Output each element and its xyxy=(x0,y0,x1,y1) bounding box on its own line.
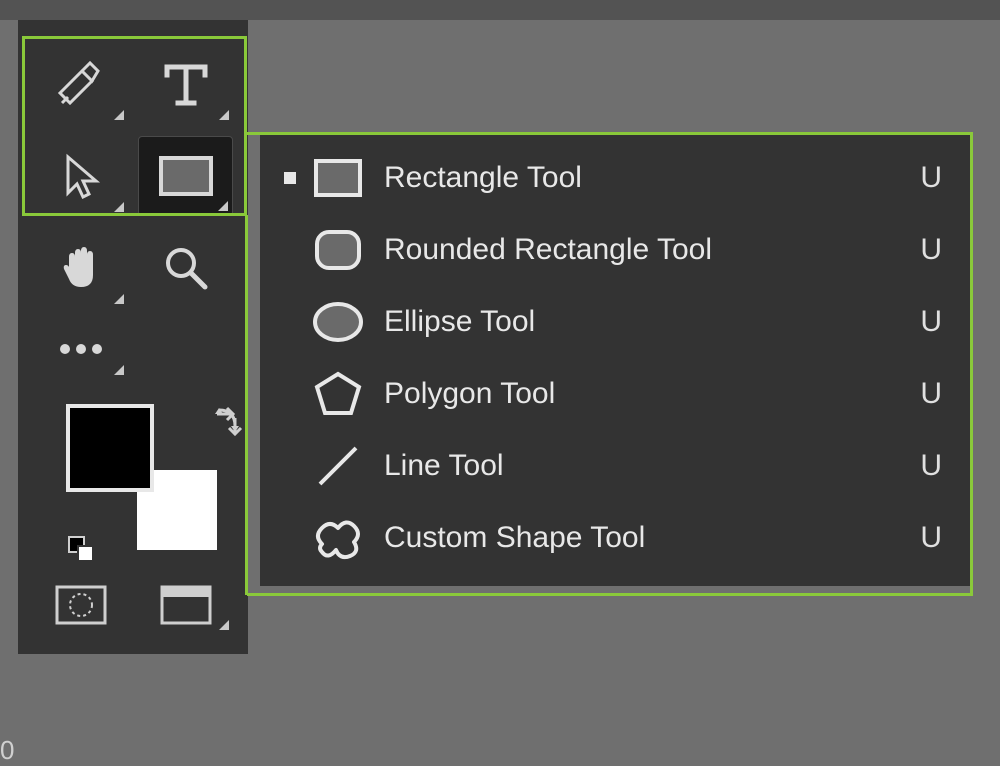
flyout-item-label: Ellipse Tool xyxy=(384,305,920,339)
flyout-line-tool[interactable]: Line Tool U xyxy=(260,430,970,502)
ellipse-icon xyxy=(310,294,366,350)
rectangle-icon xyxy=(157,154,215,198)
edit-toolbar-button[interactable] xyxy=(33,319,128,379)
flyout-ellipse-tool[interactable]: Ellipse Tool U xyxy=(260,286,970,358)
zoom-tool[interactable] xyxy=(138,228,233,308)
quick-mask-icon xyxy=(55,585,107,625)
flyout-item-label: Rounded Rectangle Tool xyxy=(384,233,920,267)
quick-mask-button[interactable] xyxy=(33,576,128,634)
flyout-item-shortcut: U xyxy=(920,521,942,555)
toolbox-panel xyxy=(18,20,248,654)
pen-icon xyxy=(56,59,106,109)
polygon-icon xyxy=(310,366,366,422)
path-selection-tool[interactable] xyxy=(33,136,128,216)
line-icon xyxy=(310,438,366,494)
swap-colors-button[interactable] xyxy=(213,404,245,436)
more-icon xyxy=(59,343,103,355)
selected-indicator xyxy=(280,172,300,184)
flyout-item-shortcut: U xyxy=(920,305,942,339)
flyout-rounded-rectangle-tool[interactable]: Rounded Rectangle Tool U xyxy=(260,214,970,286)
flyout-item-shortcut: U xyxy=(920,161,942,195)
flyout-item-label: Line Tool xyxy=(384,449,920,483)
annotation-highlight xyxy=(247,593,973,596)
swap-icon xyxy=(213,404,245,436)
empty-slot xyxy=(138,319,233,379)
foreground-color-swatch[interactable] xyxy=(66,404,154,492)
flyout-item-shortcut: U xyxy=(920,377,942,411)
screen-mode-icon xyxy=(160,585,212,625)
rounded-rectangle-icon xyxy=(310,222,366,278)
annotation-highlight xyxy=(247,132,972,135)
shape-tool-flyout: Rectangle Tool U Rounded Rectangle Tool … xyxy=(260,132,970,586)
type-icon xyxy=(161,59,211,109)
rectangle-icon xyxy=(310,150,366,206)
app-top-bar xyxy=(0,0,1000,20)
pen-tool[interactable] xyxy=(33,44,128,124)
default-colors-button[interactable] xyxy=(68,536,94,562)
type-tool[interactable] xyxy=(138,44,233,124)
arrow-icon xyxy=(58,153,104,199)
annotation-highlight xyxy=(970,132,973,596)
default-colors-icon xyxy=(68,536,94,562)
screen-mode-button[interactable] xyxy=(138,576,233,634)
hand-tool[interactable] xyxy=(33,228,128,308)
zoom-icon xyxy=(161,243,211,293)
zoom-level: 0 xyxy=(0,735,14,766)
color-swatches xyxy=(28,394,238,564)
hand-icon xyxy=(56,243,106,293)
flyout-item-shortcut: U xyxy=(920,233,942,267)
flyout-item-label: Polygon Tool xyxy=(384,377,920,411)
annotation-highlight xyxy=(245,215,248,595)
flyout-custom-shape-tool[interactable]: Custom Shape Tool U xyxy=(260,502,970,574)
flyout-polygon-tool[interactable]: Polygon Tool U xyxy=(260,358,970,430)
flyout-item-label: Custom Shape Tool xyxy=(384,521,920,555)
flyout-item-shortcut: U xyxy=(920,449,942,483)
custom-shape-icon xyxy=(310,510,366,566)
flyout-item-label: Rectangle Tool xyxy=(384,161,920,195)
flyout-rectangle-tool[interactable]: Rectangle Tool U xyxy=(260,142,970,214)
rectangle-tool[interactable] xyxy=(138,136,233,216)
